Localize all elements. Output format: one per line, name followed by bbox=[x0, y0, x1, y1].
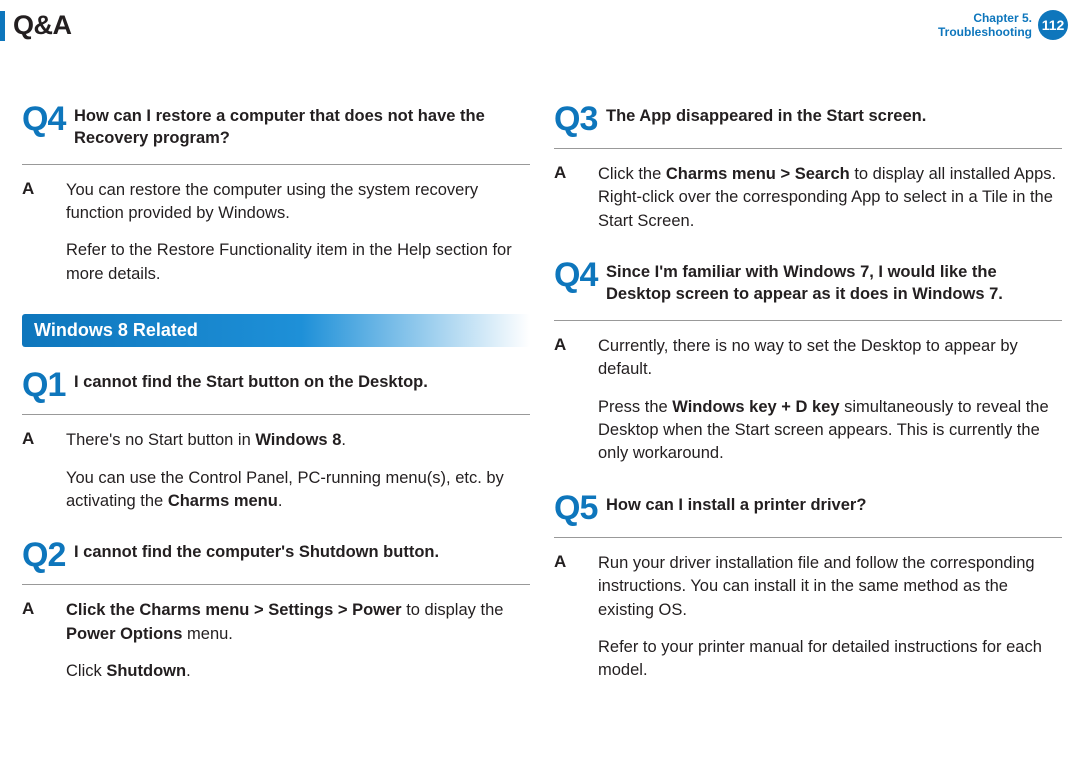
content-columns: Q4 How can I restore a computer that doe… bbox=[0, 45, 1080, 712]
question-text: The App disappeared in the Start screen. bbox=[606, 105, 926, 127]
answer-paragraph: Refer to your printer manual for detaile… bbox=[598, 636, 1062, 683]
answer-label: A bbox=[554, 163, 576, 183]
answer-body: Run your driver installation file and fo… bbox=[598, 552, 1062, 683]
answer-body: You can restore the computer using the s… bbox=[66, 179, 530, 287]
question-number: Q4 bbox=[554, 261, 598, 290]
answer-row: A You can restore the computer using the… bbox=[22, 164, 530, 287]
right-column: Q3 The App disappeared in the Start scre… bbox=[554, 105, 1062, 712]
answer-label: A bbox=[22, 599, 44, 619]
title-accent-bar bbox=[0, 11, 5, 41]
question-row: Q4 Since I'm familiar with Windows 7, I … bbox=[554, 261, 1062, 306]
question-row: Q5 How can I install a printer driver? bbox=[554, 494, 1062, 523]
answer-paragraph: Press the Windows key + D key simultaneo… bbox=[598, 396, 1062, 466]
title-wrap: Q&A bbox=[0, 10, 72, 41]
question-number: Q4 bbox=[22, 105, 66, 134]
question-row: Q2 I cannot find the computer's Shutdown… bbox=[22, 541, 530, 570]
chapter-block: Chapter 5. Troubleshooting 112 bbox=[938, 10, 1068, 40]
answer-label: A bbox=[554, 552, 576, 572]
answer-paragraph: Click the Charms menu > Search to displa… bbox=[598, 163, 1062, 233]
chapter-line1: Chapter 5. bbox=[938, 11, 1032, 25]
question-text: I cannot find the computer's Shutdown bu… bbox=[74, 541, 439, 563]
answer-row: A Run your driver installation file and … bbox=[554, 537, 1062, 683]
question-number: Q5 bbox=[554, 494, 598, 523]
chapter-text: Chapter 5. Troubleshooting bbox=[938, 11, 1032, 40]
qa-block-q4r: Q4 Since I'm familiar with Windows 7, I … bbox=[554, 261, 1062, 466]
chapter-line2: Troubleshooting bbox=[938, 25, 1032, 39]
answer-body: Click the Charms menu > Settings > Power… bbox=[66, 599, 530, 683]
question-text: I cannot find the Start button on the De… bbox=[74, 371, 428, 393]
answer-body: There's no Start button in Windows 8. Yo… bbox=[66, 429, 530, 513]
answer-paragraph: You can restore the computer using the s… bbox=[66, 179, 530, 226]
answer-label: A bbox=[554, 335, 576, 355]
qa-block-q4: Q4 How can I restore a computer that doe… bbox=[22, 105, 530, 286]
qa-block-q3: Q3 The App disappeared in the Start scre… bbox=[554, 105, 1062, 233]
answer-row: A Currently, there is no way to set the … bbox=[554, 320, 1062, 466]
answer-row: A There's no Start button in Windows 8. … bbox=[22, 414, 530, 513]
page-title: Q&A bbox=[13, 10, 72, 41]
page-number-badge: 112 bbox=[1038, 10, 1068, 40]
answer-row: A Click the Charms menu > Settings > Pow… bbox=[22, 584, 530, 683]
answer-body: Currently, there is no way to set the De… bbox=[598, 335, 1062, 466]
answer-paragraph: Run your driver installation file and fo… bbox=[598, 552, 1062, 622]
question-text: How can I install a printer driver? bbox=[606, 494, 866, 516]
answer-body: Click the Charms menu > Search to displa… bbox=[598, 163, 1062, 233]
answer-paragraph: Currently, there is no way to set the De… bbox=[598, 335, 1062, 382]
answer-label: A bbox=[22, 429, 44, 449]
section-heading-windows8: Windows 8 Related bbox=[22, 314, 530, 347]
question-text: How can I restore a computer that does n… bbox=[74, 105, 530, 150]
left-column: Q4 How can I restore a computer that doe… bbox=[22, 105, 530, 712]
question-text: Since I'm familiar with Windows 7, I wou… bbox=[606, 261, 1062, 306]
qa-block-q5: Q5 How can I install a printer driver? A… bbox=[554, 494, 1062, 683]
question-row: Q4 How can I restore a computer that doe… bbox=[22, 105, 530, 150]
answer-paragraph: There's no Start button in Windows 8. bbox=[66, 429, 530, 452]
qa-block-q2: Q2 I cannot find the computer's Shutdown… bbox=[22, 541, 530, 683]
question-number: Q2 bbox=[22, 541, 66, 570]
question-number: Q1 bbox=[22, 371, 66, 400]
qa-block-q1: Q1 I cannot find the Start button on the… bbox=[22, 371, 530, 513]
question-row: Q1 I cannot find the Start button on the… bbox=[22, 371, 530, 400]
answer-row: A Click the Charms menu > Search to disp… bbox=[554, 148, 1062, 233]
answer-paragraph: Click Shutdown. bbox=[66, 660, 530, 683]
question-number: Q3 bbox=[554, 105, 598, 134]
answer-label: A bbox=[22, 179, 44, 199]
answer-paragraph: Click the Charms menu > Settings > Power… bbox=[66, 599, 530, 646]
answer-paragraph: Refer to the Restore Functionality item … bbox=[66, 239, 530, 286]
question-row: Q3 The App disappeared in the Start scre… bbox=[554, 105, 1062, 134]
answer-paragraph: You can use the Control Panel, PC-runnin… bbox=[66, 467, 530, 514]
page-header: Q&A Chapter 5. Troubleshooting 112 bbox=[0, 0, 1080, 45]
